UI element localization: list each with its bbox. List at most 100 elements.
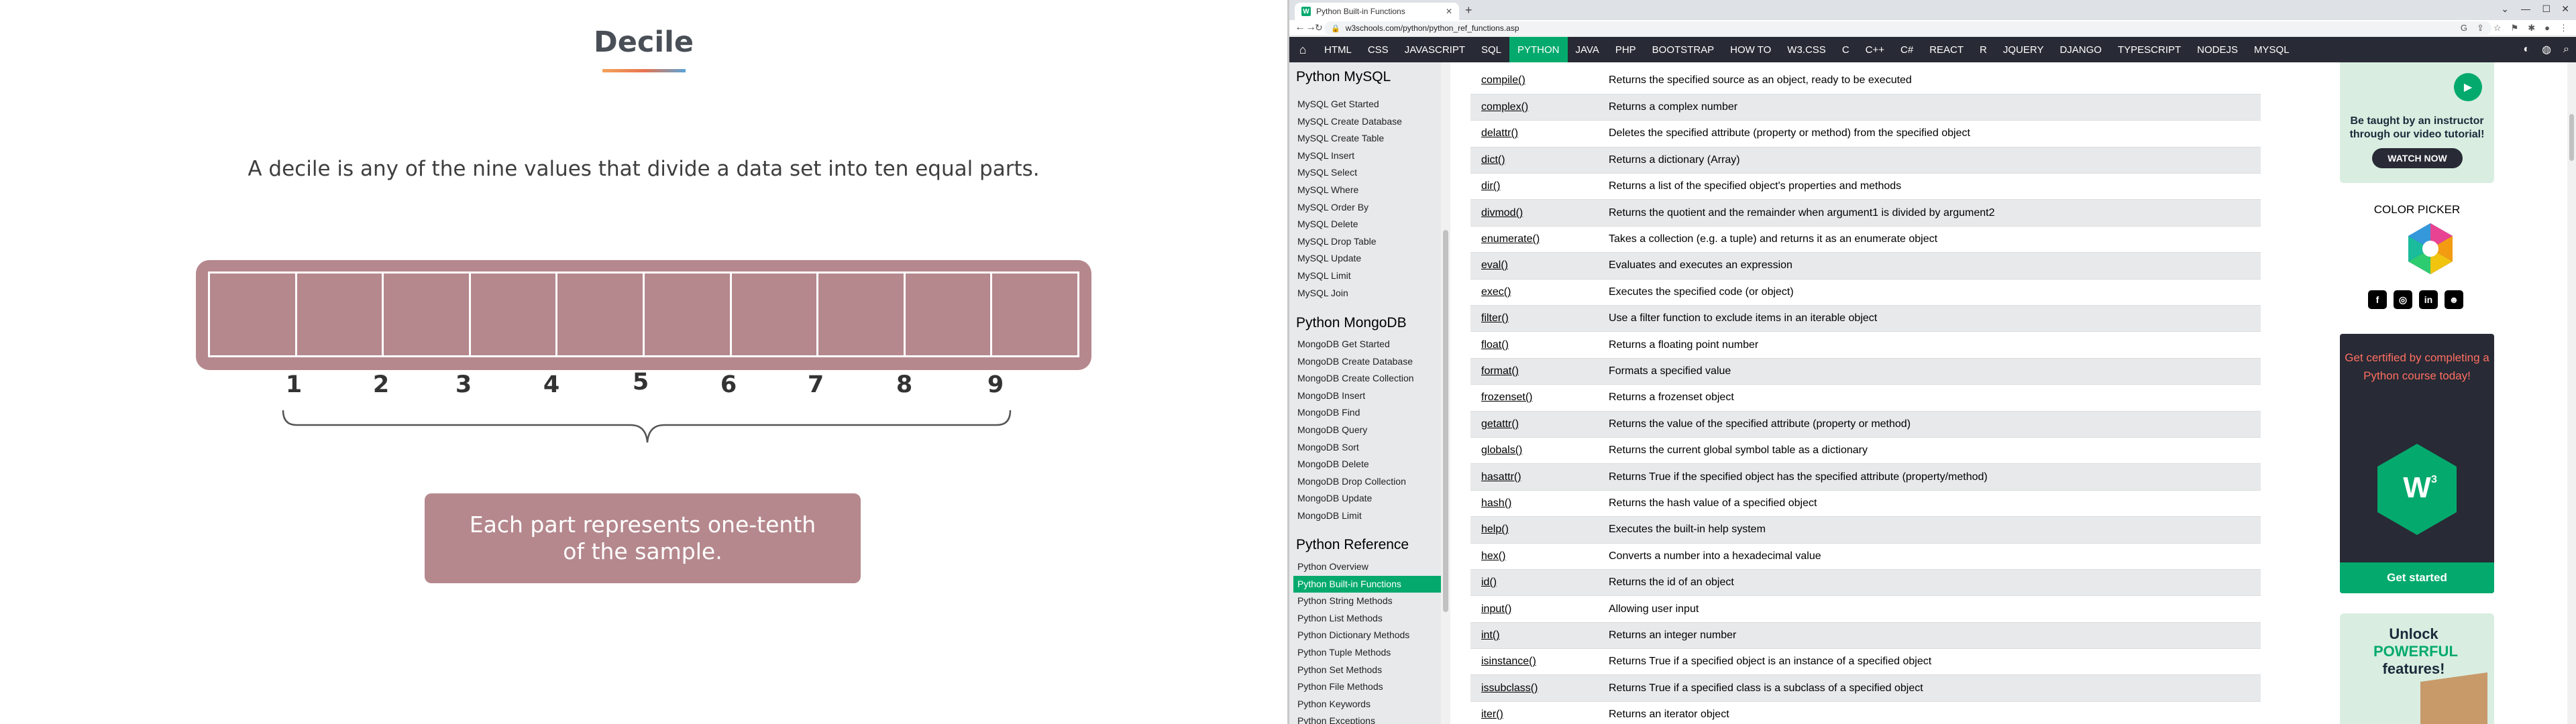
globe-icon[interactable]: ◍ bbox=[2542, 43, 2551, 56]
search-icon[interactable]: ⌕ bbox=[2563, 44, 2569, 56]
nav-mysql[interactable]: MYSQL bbox=[2246, 37, 2298, 62]
function-link[interactable]: hasattr() bbox=[1470, 463, 1598, 491]
color-picker-title[interactable]: COLOR PICKER bbox=[2340, 203, 2494, 217]
nav-react[interactable]: REACT bbox=[1921, 37, 1972, 62]
sidebar-item[interactable]: MySQL Order By bbox=[1293, 199, 1441, 216]
certificate-ad[interactable]: Get certified by completing a Python cou… bbox=[2340, 334, 2494, 593]
sidebar-item[interactable]: MySQL Where bbox=[1293, 182, 1441, 198]
sidebar-item[interactable]: Python Dictionary Methods bbox=[1293, 627, 1441, 644]
instagram-icon[interactable]: ◎ bbox=[2394, 290, 2412, 309]
nav-java[interactable]: JAVA bbox=[1568, 37, 1607, 62]
sidebar-item[interactable]: MongoDB Create Collection bbox=[1293, 370, 1441, 387]
sidebar-item[interactable]: MongoDB Delete bbox=[1293, 456, 1441, 473]
play-icon[interactable]: ▶ bbox=[2454, 73, 2482, 101]
function-link[interactable]: iter() bbox=[1470, 701, 1598, 724]
nav-django[interactable]: DJANGO bbox=[2051, 37, 2110, 62]
share-icon[interactable]: ⇪ bbox=[2477, 23, 2484, 34]
reload-icon[interactable]: ↻ bbox=[1315, 22, 1323, 34]
sidebar-item[interactable]: MySQL Get Started bbox=[1293, 96, 1441, 113]
page-scroll-thumb[interactable] bbox=[2569, 114, 2574, 161]
sidebar-item[interactable]: MongoDB Limit bbox=[1293, 507, 1441, 524]
sidebar-item[interactable]: MongoDB Sort bbox=[1293, 439, 1441, 456]
nav-php[interactable]: PHP bbox=[1607, 37, 1644, 62]
function-link[interactable]: compile() bbox=[1470, 68, 1598, 95]
profile-icon[interactable]: ● bbox=[2544, 23, 2550, 34]
video-ad[interactable]: ▶ Be taught by an instructor through our… bbox=[2340, 62, 2494, 183]
close-icon[interactable]: ✕ bbox=[1446, 7, 1452, 16]
function-link[interactable]: hex() bbox=[1470, 543, 1598, 570]
home-icon[interactable]: ⌂ bbox=[1289, 37, 1316, 62]
sidebar-item[interactable]: MongoDB Update bbox=[1293, 490, 1441, 507]
sidebar-item[interactable]: MySQL Drop Table bbox=[1293, 233, 1441, 250]
sidebar-item[interactable]: MySQL Limit bbox=[1293, 267, 1441, 284]
close-window-icon[interactable]: ✕ bbox=[2561, 3, 2569, 15]
sidebar-item[interactable]: MongoDB Find bbox=[1293, 404, 1441, 421]
sidebar-item[interactable]: MongoDB Insert bbox=[1293, 387, 1441, 404]
sidebar-item[interactable]: MySQL Select bbox=[1293, 164, 1441, 181]
nav-howto[interactable]: HOW TO bbox=[1722, 37, 1779, 62]
function-link[interactable]: dir() bbox=[1470, 173, 1598, 200]
puzzle-icon[interactable]: ✱ bbox=[2528, 23, 2535, 34]
sidebar-scroll-thumb[interactable] bbox=[1443, 230, 1448, 612]
sidebar-item[interactable]: Python Tuple Methods bbox=[1293, 644, 1441, 661]
sidebar-item[interactable]: Python List Methods bbox=[1293, 610, 1441, 627]
nav-cpp[interactable]: C++ bbox=[1858, 37, 1892, 62]
sidebar-item[interactable]: MySQL Create Database bbox=[1293, 113, 1441, 130]
function-link[interactable]: eval() bbox=[1470, 252, 1598, 280]
address-bar[interactable]: 🔒 w3schools.com/python/python_ref_functi… bbox=[1324, 21, 2491, 35]
function-link[interactable]: filter() bbox=[1470, 305, 1598, 333]
function-link[interactable]: delattr() bbox=[1470, 120, 1598, 147]
sidebar-item[interactable]: Python Overview bbox=[1293, 558, 1441, 575]
discord-icon[interactable]: ☻ bbox=[2445, 290, 2463, 309]
nav-sql[interactable]: SQL bbox=[1473, 37, 1509, 62]
sidebar-item[interactable]: MySQL Insert bbox=[1293, 147, 1441, 164]
linkedin-icon[interactable]: in bbox=[2419, 290, 2438, 309]
function-link[interactable]: issubclass() bbox=[1470, 674, 1598, 702]
sidebar-item[interactable]: Python Set Methods bbox=[1293, 662, 1441, 678]
sidebar-item[interactable]: MongoDB Query bbox=[1293, 422, 1441, 438]
watch-now-button[interactable]: WATCH NOW bbox=[2372, 148, 2463, 168]
minimize-icon[interactable]: — bbox=[2521, 3, 2530, 14]
sidebar-item[interactable]: Python Exceptions bbox=[1293, 713, 1441, 724]
nav-css[interactable]: CSS bbox=[1360, 37, 1397, 62]
browser-tab[interactable]: W Python Built-in Functions ✕ bbox=[1295, 3, 1459, 20]
page-scrollbar[interactable] bbox=[2567, 62, 2576, 724]
sidebar-item[interactable]: Python Built-in Functions bbox=[1293, 575, 1441, 593]
nav-w3css[interactable]: W3.CSS bbox=[1779, 37, 1834, 62]
sidebar-item[interactable]: MySQL Update bbox=[1293, 250, 1441, 267]
function-link[interactable]: id() bbox=[1470, 569, 1598, 597]
sidebar-item[interactable]: MySQL Create Table bbox=[1293, 130, 1441, 147]
sidebar-item[interactable]: Python String Methods bbox=[1293, 593, 1441, 609]
nav-html[interactable]: HTML bbox=[1316, 37, 1360, 62]
function-link[interactable]: int() bbox=[1470, 622, 1598, 650]
sidebar-item[interactable]: MongoDB Get Started bbox=[1293, 336, 1441, 353]
extension-icon[interactable]: ⚑ bbox=[2511, 23, 2519, 34]
function-link[interactable]: globals() bbox=[1470, 437, 1598, 465]
function-link[interactable]: float() bbox=[1470, 331, 1598, 359]
sidebar-item[interactable]: MongoDB Create Database bbox=[1293, 353, 1441, 370]
back-icon[interactable]: ← bbox=[1295, 21, 1305, 34]
function-link[interactable]: hash() bbox=[1470, 490, 1598, 518]
sidebar-item[interactable]: MySQL Join bbox=[1293, 285, 1441, 302]
nav-nodejs[interactable]: NODEJS bbox=[2189, 37, 2246, 62]
color-wheel-icon[interactable] bbox=[2404, 222, 2457, 276]
unlock-features-ad[interactable]: Unlock POWERFUL features! bbox=[2340, 613, 2494, 724]
function-link[interactable]: input() bbox=[1470, 595, 1598, 623]
nav-python[interactable]: PYTHON bbox=[1509, 37, 1568, 62]
maximize-icon[interactable]: ☐ bbox=[2542, 3, 2551, 15]
menu-icon[interactable]: ⋮ bbox=[2559, 23, 2568, 34]
nav-typescript[interactable]: TYPESCRIPT bbox=[2110, 37, 2189, 62]
sidebar-item[interactable]: Python Keywords bbox=[1293, 696, 1441, 713]
nav-r[interactable]: R bbox=[1972, 37, 1995, 62]
nav-c[interactable]: C bbox=[1834, 37, 1858, 62]
get-started-button[interactable]: Get started bbox=[2340, 562, 2494, 593]
sidebar-item[interactable]: Python File Methods bbox=[1293, 678, 1441, 695]
nav-csharp[interactable]: C# bbox=[1892, 37, 1921, 62]
sidebar-item[interactable]: MySQL Delete bbox=[1293, 216, 1441, 233]
function-link[interactable]: divmod() bbox=[1470, 199, 1598, 227]
new-tab-icon[interactable]: + bbox=[1465, 3, 1472, 17]
lock-icon[interactable]: 🔒 bbox=[1331, 24, 1340, 33]
function-link[interactable]: exec() bbox=[1470, 279, 1598, 306]
nav-javascript[interactable]: JAVASCRIPT bbox=[1397, 37, 1473, 62]
function-link[interactable]: getattr() bbox=[1470, 411, 1598, 438]
